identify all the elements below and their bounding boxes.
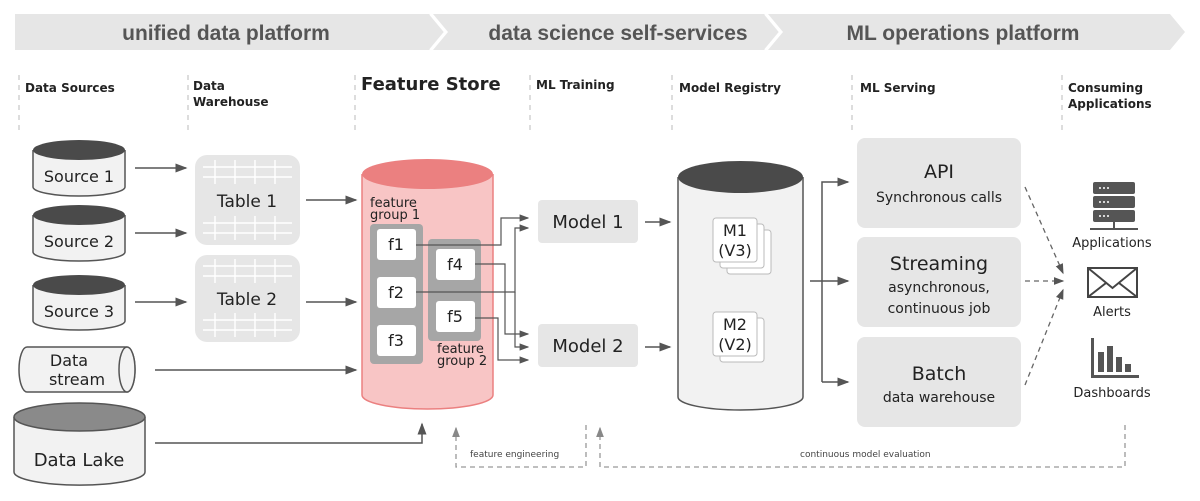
- consumer-alerts-label: Alerts: [1093, 305, 1131, 320]
- serving-batch-sub: data warehouse: [883, 390, 995, 406]
- registry-m1: M1: [723, 221, 747, 240]
- header-ml-training: ML Training: [536, 78, 615, 92]
- phase-ml-operations: ML operations platform: [847, 22, 1080, 45]
- feature-f2: f2: [388, 283, 404, 302]
- feature-group-2-label-2: group 2: [437, 354, 487, 369]
- phase-data-science: data science self-services: [488, 22, 747, 45]
- data-lake-label: Data Lake: [34, 450, 125, 471]
- feature-store-cylinder: feature group 1 f1 f2 f3 f4 f5 feature g…: [361, 159, 494, 410]
- source-1-label: Source 1: [44, 167, 114, 186]
- table-2-label: Table 2: [216, 290, 277, 310]
- serving-streaming-title: Streaming: [890, 253, 988, 275]
- serving-batch-title: Batch: [912, 363, 967, 385]
- model-2-label: Model 2: [552, 336, 623, 357]
- phase-banner: unified data platform data science self-…: [15, 13, 1185, 51]
- serving-api-sub: Synchronous calls: [876, 190, 1002, 206]
- registry-m2: M2: [723, 315, 747, 334]
- source-2-cylinder: Source 2: [32, 205, 126, 262]
- registry-m1-version: (V3): [718, 241, 752, 260]
- ml-architecture-diagram: unified data platform data science self-…: [0, 0, 1200, 501]
- feature-group-1-label-2: group 1: [370, 208, 420, 223]
- serving-streaming-sub-2: continuous job: [888, 301, 991, 317]
- serving-api-box: [857, 138, 1021, 228]
- serving-streaming-sub-1: asynchronous,: [888, 280, 990, 296]
- diagram-canvas: unified data platform data science self-…: [13, 13, 1185, 486]
- data-stream-label-2: stream: [49, 370, 105, 389]
- source-3-cylinder: Source 3: [32, 275, 126, 331]
- feature-engineering-label: feature engineering: [470, 450, 559, 460]
- continuous-evaluation-loop: continuous model evaluation: [596, 425, 1126, 468]
- data-stream-cylinder: Data stream: [18, 346, 136, 393]
- phase-unified-data-platform: unified data platform: [122, 22, 330, 45]
- consumer-applications-label: Applications: [1072, 236, 1152, 251]
- feature-f3: f3: [388, 331, 404, 350]
- table-2: Table 2: [195, 255, 300, 342]
- header-feature-store: Feature Store: [361, 74, 501, 95]
- header-consuming-1: Consuming: [1068, 81, 1143, 95]
- bar-chart-icon: [1091, 338, 1139, 378]
- data-lake-cylinder: Data Lake: [13, 402, 146, 486]
- table-1-label: Table 1: [216, 192, 277, 212]
- server-icon: [1090, 182, 1138, 230]
- data-stream-label-1: Data: [50, 351, 88, 370]
- continuous-evaluation-label: continuous model evaluation: [800, 450, 931, 460]
- header-data-warehouse-2: Warehouse: [193, 95, 269, 109]
- source-2-label: Source 2: [44, 232, 114, 251]
- feature-f4: f4: [447, 255, 463, 274]
- model-1-label: Model 1: [552, 212, 623, 233]
- envelope-icon: [1087, 267, 1138, 298]
- serving-arrows: [810, 177, 850, 387]
- header-data-sources: Data Sources: [25, 81, 115, 95]
- source-3-label: Source 3: [44, 302, 114, 321]
- feature-f5: f5: [447, 307, 463, 326]
- source-1-cylinder: Source 1: [32, 140, 126, 197]
- header-ml-serving: ML Serving: [860, 81, 936, 95]
- header-consuming-2: Applications: [1068, 97, 1152, 111]
- consumer-arrows: [1024, 186, 1065, 386]
- registry-m2-version: (V2): [718, 335, 752, 354]
- header-model-registry: Model Registry: [679, 81, 781, 95]
- header-data-warehouse-1: Data: [193, 79, 225, 93]
- table-1: Table 1: [195, 155, 300, 245]
- feature-engineering-loop: feature engineering: [452, 425, 587, 468]
- consumer-dashboards-label: Dashboards: [1073, 386, 1151, 401]
- feature-f1: f1: [388, 235, 404, 254]
- serving-api-title: API: [924, 161, 954, 183]
- model-registry-cylinder: M1 (V3) M2 (V2): [677, 161, 804, 411]
